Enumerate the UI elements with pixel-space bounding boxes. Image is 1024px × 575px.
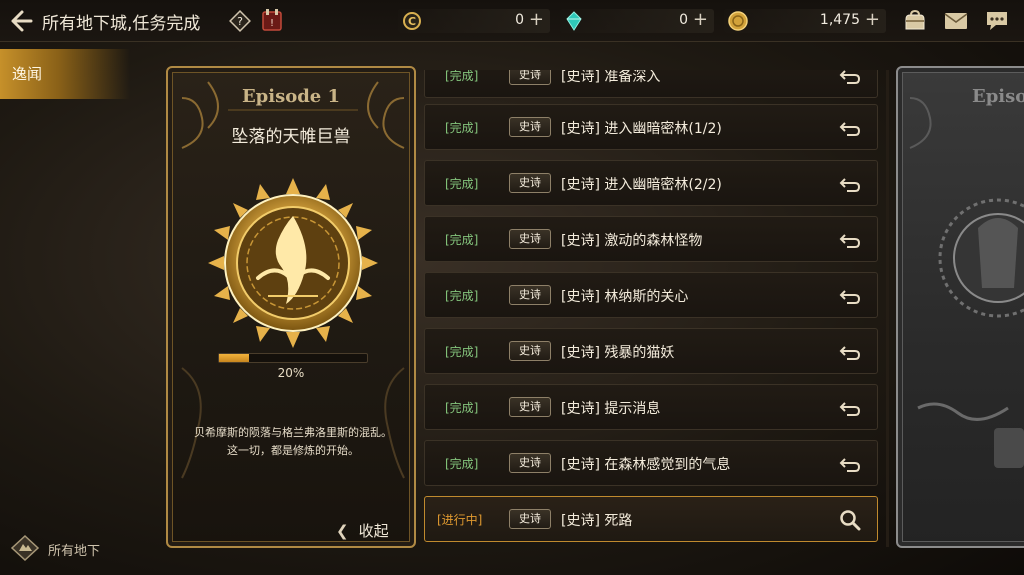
quest-row[interactable]: [完成] 史诗 [史诗] 提示消息 [424,384,878,430]
currency-gold: 1,475 + [724,9,886,33]
next-episode-card[interactable]: Episode 2 [896,66,1024,548]
quest-type-badge: 史诗 [509,453,551,473]
quest-title: [史诗] 在森林感觉到的气息 [561,457,731,473]
quest-title: [史诗] 残暴的猫妖 [561,345,675,361]
quest-status: [完成] [445,345,479,359]
sidebar-tab-anecdote[interactable]: 逸闻 [0,49,130,99]
collapse-button[interactable]: ❮ 收起 [336,520,389,541]
quest-type-badge: 史诗 [509,285,551,305]
dungeon-emblem-icon [10,534,40,562]
quest-status: [完成] [445,289,479,303]
svg-text:!: ! [270,18,274,29]
quest-list-scrollbar[interactable] [886,70,889,547]
replay-icon[interactable] [839,70,861,87]
replay-icon[interactable] [839,173,861,195]
help-icon[interactable]: ? [229,10,251,32]
add-currency-button[interactable]: + [529,9,544,30]
quest-title: [史诗] 进入幽暗密林(2/2) [561,177,722,193]
episode-description: 贝希摩斯的陨落与格兰弗洛里斯的混乱。 这一切，都是修炼的开始。 [194,426,392,457]
bag-icon[interactable] [902,9,928,33]
episode-name: 坠落的天帷巨兽 [231,127,351,147]
quest-status: [完成] [445,401,479,415]
all-dungeons-label: 所有地下 [48,544,101,559]
behemoth-medal-icon [208,178,378,348]
episode-progress-bar [218,353,368,363]
search-icon[interactable] [839,509,861,531]
episode-card: Episode 1 坠落的天帷巨兽 20% 贝希摩斯的陨落与格兰弗洛里斯的混乱。… [166,66,416,548]
quest-status: [完成] [445,233,479,247]
sidebar-tab-label: 逸闻 [12,65,43,83]
replay-icon[interactable] [839,453,861,475]
replay-icon[interactable] [839,117,861,139]
quest-status: [完成] [445,121,479,135]
quest-title: [史诗] 准备深入 [561,70,661,85]
quest-type-badge: 史诗 [509,117,551,137]
quest-row[interactable]: [完成] 史诗 [史诗] 进入幽暗密林(2/2) [424,160,878,206]
quest-type-badge: 史诗 [509,509,551,529]
currency-value: 1,475 [819,12,860,28]
quest-row[interactable]: [完成] 史诗 [史诗] 残暴的猫妖 [424,328,878,374]
gold-coin-icon [728,11,748,31]
mail-icon[interactable] [943,9,969,33]
quest-title: [史诗] 进入幽暗密林(1/2) [561,121,722,137]
currency-c-coin: C 0 + [398,9,550,33]
episode-label: Episode 1 [241,86,341,107]
quest-status: [完成] [445,457,479,471]
quest-list[interactable]: [完成] 史诗 [史诗] 准备深入 [完成] 史诗 [史诗] 进入幽暗密林(1/… [420,70,890,547]
quest-row-active[interactable]: [进行中] 史诗 [史诗] 死路 [424,496,878,542]
add-currency-button[interactable]: + [865,9,880,30]
replay-icon[interactable] [839,341,861,363]
quest-row[interactable]: [完成] 史诗 [史诗] 在森林感觉到的气息 [424,440,878,486]
quest-row[interactable]: [完成] 史诗 [史诗] 激动的森林怪物 [424,216,878,262]
quest-row[interactable]: [完成] 史诗 [史诗] 准备深入 [424,70,878,98]
add-currency-button[interactable]: + [693,9,708,30]
quest-title: [史诗] 死路 [561,513,633,529]
chevron-left-icon: ❮ [336,522,349,540]
quest-type-badge: 史诗 [509,397,551,417]
next-episode-emblem-icon [909,97,1024,468]
quest-status: [进行中] [437,513,483,527]
top-bar: 所有地下城,任务完成 ? ! C 0 + 0 + 1,475 + [0,0,1024,42]
currency-value: 0 [679,12,688,28]
back-arrow-icon[interactable] [8,8,34,34]
quest-title: [史诗] 林纳斯的关心 [561,289,689,305]
next-episode-label: Episode 2 [972,86,1024,107]
episode-progress-text: 20% [277,366,305,380]
page-title: 所有地下城,任务完成 [42,14,201,34]
svg-text:?: ? [237,15,243,28]
replay-icon[interactable] [839,285,861,307]
cyan-crystal-icon [564,11,584,31]
currency-value: 0 [515,12,524,28]
quest-row[interactable]: [完成] 史诗 [史诗] 进入幽暗密林(1/2) [424,104,878,150]
replay-icon[interactable] [839,397,861,419]
gold-c-coin-icon: C [402,11,422,31]
currency-crystal: 0 + [560,9,714,33]
svg-text:C: C [408,15,416,28]
quest-type-badge: 史诗 [509,341,551,361]
quest-type-badge: 史诗 [509,173,551,193]
quest-row[interactable]: [完成] 史诗 [史诗] 林纳斯的关心 [424,272,878,318]
chat-icon[interactable] [984,9,1010,33]
quest-type-badge: 史诗 [509,229,551,249]
quest-type-badge: 史诗 [509,70,551,85]
quest-title: [史诗] 激动的森林怪物 [561,233,703,249]
episode-progress-fill [219,354,249,362]
quest-title: [史诗] 提示消息 [561,401,661,417]
replay-icon[interactable] [839,229,861,251]
quest-status: [完成] [445,70,479,83]
quest-status: [完成] [445,177,479,191]
collapse-label: 收起 [358,522,389,540]
calendar-icon[interactable]: ! [261,8,283,32]
